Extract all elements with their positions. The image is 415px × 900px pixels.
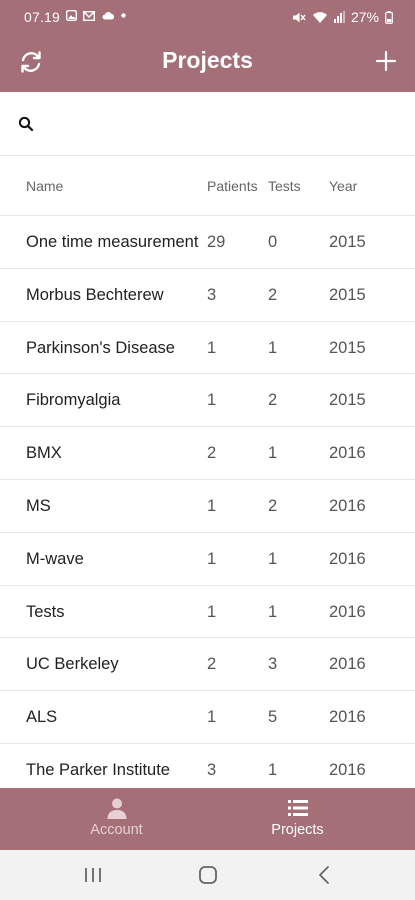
project-name: The Parker Institute	[26, 760, 170, 779]
patients-count: 2	[207, 655, 217, 674]
table-row[interactable]: Morbus Bechterew 3 2 2015	[0, 269, 415, 322]
patients-count: 1	[207, 338, 217, 357]
tests-count: 2	[268, 496, 278, 515]
project-name: MS	[26, 496, 51, 515]
back-button[interactable]	[314, 864, 336, 886]
mute-icon	[292, 12, 306, 22]
app-bar: Projects	[0, 33, 415, 92]
search-input[interactable]	[44, 104, 394, 144]
back-icon	[319, 866, 329, 884]
table-row[interactable]: BMX 2 1 2016	[0, 427, 415, 480]
project-year: 2016	[329, 602, 366, 621]
tests-count: 3	[268, 655, 278, 674]
tests-count: 1	[268, 549, 278, 568]
tests-count: 2	[268, 285, 278, 304]
tests-count: 1	[268, 338, 278, 357]
patients-count: 1	[207, 496, 217, 515]
table-header: Name Patients Tests Year	[0, 156, 415, 216]
page-title: Projects	[162, 47, 253, 73]
patients-count: 1	[207, 708, 217, 727]
table-row[interactable]: One time measurement 29 0 2015	[0, 216, 415, 269]
plus-icon	[375, 50, 397, 72]
project-name: Morbus Bechterew	[26, 285, 164, 304]
status-bar: 07.19 27%	[0, 0, 415, 33]
column-header-patients[interactable]: Patients	[207, 178, 258, 194]
patients-count: 1	[207, 549, 217, 568]
table-row[interactable]: MS 1 2 2016	[0, 480, 415, 533]
project-year: 2015	[329, 285, 366, 304]
battery-percent: 27%	[350, 9, 379, 25]
table-row[interactable]: UC Berkeley 2 3 2016	[0, 638, 415, 692]
project-year: 2016	[329, 496, 366, 515]
list-icon	[287, 800, 308, 816]
bottom-nav: Account Projects	[0, 788, 415, 850]
nav-account-label: Account	[90, 822, 143, 838]
nav-projects-label: Projects	[271, 822, 324, 838]
project-year: 2016	[329, 444, 366, 463]
signal-icon	[333, 11, 345, 23]
table-row[interactable]: Tests 1 1 2016	[0, 586, 415, 639]
project-year: 2016	[329, 655, 366, 674]
project-year: 2016	[329, 760, 366, 779]
search-icon	[18, 116, 34, 132]
recents-icon	[85, 868, 101, 882]
project-year: 2015	[329, 233, 366, 251]
table-row[interactable]: ALS 1 5 2016	[0, 691, 415, 744]
system-nav-bar	[0, 850, 415, 900]
patients-count: 29	[207, 233, 226, 251]
cloud-icon	[102, 12, 114, 20]
home-icon	[199, 866, 217, 884]
project-year: 2016	[329, 708, 366, 727]
tests-count: 1	[268, 444, 278, 463]
dot-icon	[121, 13, 126, 18]
project-name: M-wave	[26, 549, 84, 568]
tests-count: 1	[268, 602, 278, 621]
project-year: 2015	[329, 338, 366, 357]
tests-count: 1	[268, 760, 278, 779]
patients-count: 1	[207, 602, 217, 621]
add-project-button[interactable]	[371, 46, 401, 76]
recents-button[interactable]	[82, 864, 104, 886]
search-bar	[0, 92, 415, 156]
patients-count: 3	[207, 285, 217, 304]
project-name: UC Berkeley	[26, 655, 119, 674]
project-name: BMX	[26, 444, 62, 463]
table-row[interactable]: Parkinson's Disease 1 1 2015	[0, 322, 415, 375]
patients-count: 3	[207, 760, 217, 779]
battery-icon	[385, 10, 393, 24]
status-right: 27%	[292, 9, 393, 25]
nav-projects[interactable]: Projects	[194, 788, 401, 850]
project-name: ALS	[26, 708, 58, 727]
project-list: One time measurement 29 0 2015 Morbus Be…	[0, 216, 415, 797]
person-icon	[107, 798, 126, 819]
tests-count: 0	[268, 233, 278, 251]
patients-count: 2	[207, 444, 217, 463]
project-year: 2015	[329, 391, 366, 410]
column-header-name[interactable]: Name	[26, 178, 63, 194]
wifi-icon	[312, 11, 327, 23]
image-icon	[65, 9, 78, 22]
status-time: 07.19	[24, 9, 61, 25]
project-name: One time measurement	[26, 233, 199, 251]
home-button[interactable]	[197, 864, 219, 886]
project-name: Tests	[26, 602, 65, 621]
table-row[interactable]: M-wave 1 1 2016	[0, 533, 415, 586]
tests-count: 2	[268, 391, 278, 410]
nav-account[interactable]: Account	[13, 788, 220, 850]
column-header-year[interactable]: Year	[329, 178, 357, 194]
column-header-tests[interactable]: Tests	[268, 178, 301, 194]
patients-count: 1	[207, 391, 217, 410]
project-name: Fibromyalgia	[26, 391, 121, 410]
table-row[interactable]: Fibromyalgia 1 2 2015	[0, 374, 415, 428]
tests-count: 5	[268, 708, 278, 727]
notification-icons	[65, 9, 126, 23]
mail-icon	[83, 10, 96, 22]
project-year: 2016	[329, 549, 366, 568]
project-name: Parkinson's Disease	[26, 338, 175, 357]
